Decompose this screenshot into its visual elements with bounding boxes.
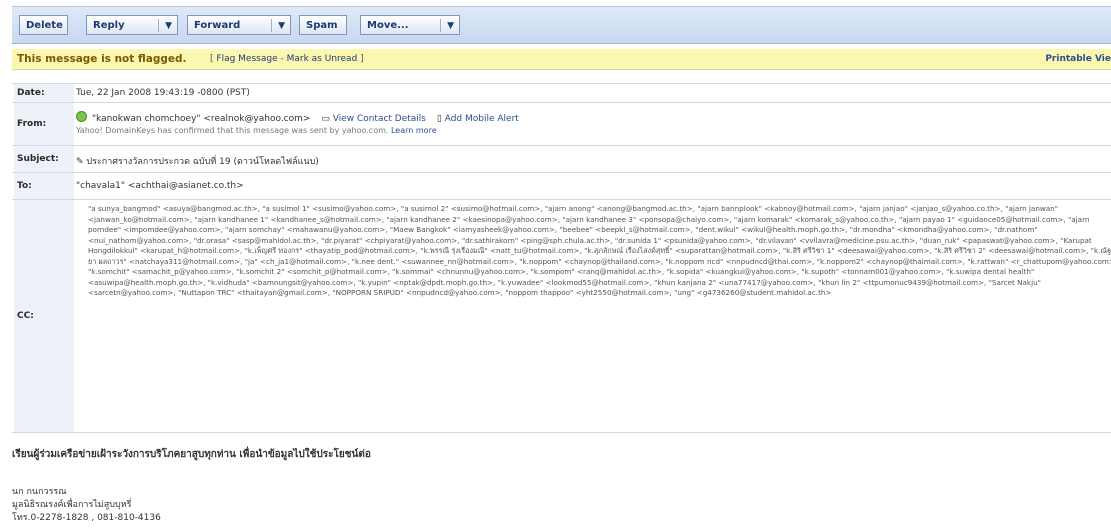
- signature-phone: โทร.0-2278-1828 , 081-810-4136: [12, 513, 161, 523]
- subject-row: Subject: ✎ ประกาศรางวัลการประกวด ฉบับที่…: [12, 145, 1111, 172]
- cc-value[interactable]: "a sunya_bangmod" <asuya@bangmod.ac.th>,…: [88, 204, 1111, 299]
- forward-button[interactable]: Forward ▼: [187, 15, 291, 35]
- cc-label: CC:: [14, 200, 74, 432]
- spam-button-label: Spam: [306, 20, 338, 31]
- cc-row: CC: "a sunya_bangmod" <asuya@bangmod.ac.…: [12, 199, 1111, 433]
- chevron-down-icon[interactable]: ▼: [165, 16, 172, 36]
- flag-status-text: This message is not flagged.: [17, 53, 187, 65]
- mobile-icon: ▯: [436, 114, 442, 124]
- delete-button-label: Delete: [26, 20, 63, 31]
- from-value[interactable]: "kanokwan chomchoey" <realnok@yahoo.com>: [92, 114, 311, 124]
- date-row: Date: Tue, 22 Jan 2008 19:43:19 -0800 (P…: [12, 83, 1111, 102]
- subject-label: Subject:: [14, 146, 74, 172]
- delete-button[interactable]: Delete: [19, 15, 68, 35]
- spam-button[interactable]: Spam: [299, 15, 347, 35]
- move-button[interactable]: Move... ▼: [360, 15, 460, 35]
- flag-links-close: ]: [360, 54, 364, 64]
- attachment-icon: ✎: [76, 157, 84, 167]
- to-value[interactable]: "chavala1" <achthai@asianet.co.th>: [76, 181, 244, 191]
- online-status-icon: [76, 111, 87, 122]
- date-label: Date:: [14, 84, 74, 102]
- reply-button-label: Reply: [93, 20, 125, 31]
- from-value-line: "kanokwan chomchoey" <realnok@yahoo.com>…: [76, 111, 519, 124]
- add-mobile-alert-link[interactable]: Add Mobile Alert: [445, 114, 519, 124]
- contact-card-icon: ▭: [321, 114, 330, 124]
- domainkeys-text: Yahoo! DomainKeys has confirmed that thi…: [76, 126, 389, 135]
- from-label: From:: [14, 103, 74, 145]
- flag-message-link[interactable]: Flag Message: [216, 54, 277, 64]
- mark-unread-link[interactable]: Mark as Unread: [287, 54, 358, 64]
- chevron-down-icon[interactable]: ▼: [278, 16, 285, 36]
- domainkeys-line: Yahoo! DomainKeys has confirmed that thi…: [76, 126, 437, 135]
- date-value: Tue, 22 Jan 2008 19:43:19 -0800 (PST): [76, 88, 250, 98]
- subject-value: ประกาศรางวัลการประกวด ฉบับที่ 19 (ดาวน์โ…: [86, 157, 319, 167]
- to-label: To:: [14, 173, 74, 199]
- signature-org: มูลนิธิรณรงค์เพื่อการไม่สูบบุหรี่: [12, 500, 132, 510]
- flag-links-dash: -: [280, 54, 284, 64]
- flag-links-open: [: [210, 54, 214, 64]
- message-toolbar: Delete Reply ▼ Forward ▼ Spam Move... ▼: [12, 6, 1111, 44]
- move-button-label: Move...: [367, 20, 409, 31]
- reply-button[interactable]: Reply ▼: [86, 15, 178, 35]
- message-body-line: เรียนผู้ร่วมเครือข่ายเฝ้าระวังการบริโภคย…: [12, 449, 371, 460]
- learn-more-link[interactable]: Learn more: [391, 126, 437, 135]
- signature-name: นก กนกวรรณ: [12, 487, 67, 497]
- chevron-down-icon[interactable]: ▼: [447, 16, 454, 36]
- printable-view-link[interactable]: Printable Vie: [1045, 49, 1111, 69]
- from-row: From: "kanokwan chomchoey" <realnok@yaho…: [12, 102, 1111, 145]
- flag-status-bar: This message is not flagged. [ Flag Mess…: [12, 49, 1111, 70]
- view-contact-link[interactable]: View Contact Details: [333, 114, 426, 124]
- subject-value-line: ✎ ประกาศรางวัลการประกวด ฉบับที่ 19 (ดาวน…: [76, 154, 319, 168]
- to-row: To: "chavala1" <achthai@asianet.co.th>: [12, 172, 1111, 199]
- flag-links: [ Flag Message - Mark as Unread ]: [210, 49, 364, 69]
- forward-button-label: Forward: [194, 20, 241, 31]
